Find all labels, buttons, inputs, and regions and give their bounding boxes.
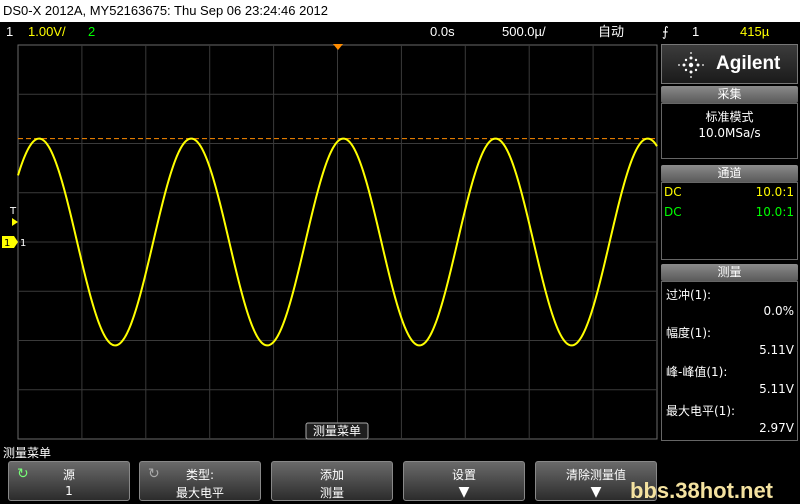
menu-title: 测量菜单 — [3, 446, 52, 460]
acquire-mode: 标准模式 — [705, 110, 754, 124]
softkey-label: 类型: — [185, 468, 215, 482]
measure-panel: 过冲(1): 0.0% 幅度(1): 5.11V 峰-峰值(1): 5.11V … — [661, 281, 798, 441]
measure-value: 2.97V — [759, 421, 794, 435]
scope-display[interactable]: T 1 1 测量菜单 — [0, 42, 660, 442]
acquire-panel: 标准模式 10.0MSa/s — [661, 103, 798, 159]
watermark: bbs.38hot.net — [630, 478, 774, 503]
channels-panel: DC 10.0:1 DC 10.0:1 — [661, 182, 798, 260]
time-scale[interactable]: 500.0µ/ — [502, 22, 546, 42]
measure-menu-tag: 测量菜单 — [313, 424, 361, 438]
brand-name: Agilent — [716, 53, 781, 74]
measure-value: 5.11V — [759, 382, 794, 396]
trigger-marker-label: T — [9, 206, 17, 217]
ch1-label[interactable]: 1 — [6, 22, 13, 42]
measure-header[interactable]: 测量 — [661, 264, 798, 281]
softkey-value: 最大电平 — [175, 486, 224, 500]
ch2-coupling: DC — [664, 205, 682, 219]
softkey-value: 1 — [65, 484, 73, 498]
measure-name: 峰-峰值(1): — [666, 365, 728, 379]
measure-name: 过冲(1): — [666, 288, 712, 302]
trigger-side-marker — [12, 218, 18, 226]
brand-logo: Agilent — [661, 44, 798, 84]
ch2-label[interactable]: 2 — [88, 22, 95, 42]
time-offset[interactable]: 0.0s — [430, 22, 455, 42]
trigger-level[interactable]: 415µ — [740, 22, 769, 42]
softkey-label: 设置 — [451, 468, 476, 482]
softkey-settings[interactable]: 设置 ▼ — [403, 461, 525, 501]
rising-edge-icon: ⨍ — [662, 24, 669, 39]
window-title: DS0-X 2012A, MY52163675: Thu Sep 06 23:2… — [0, 0, 800, 22]
trigger-source[interactable]: 1 — [692, 22, 699, 42]
ch1-probe: 10.0:1 — [755, 185, 794, 199]
acquire-header[interactable]: 采集 — [661, 86, 798, 103]
measure-value: 0.0% — [763, 304, 795, 318]
ch1-center-label: 1 — [20, 238, 26, 249]
channels-header[interactable]: 通道 — [661, 165, 798, 182]
sample-rate: 10.0MSa/s — [698, 126, 761, 140]
trigger-mode[interactable]: 自动 — [598, 22, 624, 42]
status-bar: 1 1.00V/ 2 0.0s 500.0µ/ 自动 ⨍ 1 415µ — [0, 22, 800, 42]
softkey-label: 源 — [62, 468, 75, 482]
agilent-spark-icon — [678, 52, 704, 78]
ch1-coupling: DC — [664, 185, 682, 199]
softkey-label: 添加 — [319, 468, 344, 482]
softkey-value: 测量 — [319, 486, 344, 500]
down-arrow-icon: ▼ — [458, 484, 470, 500]
ch2-probe: 10.0:1 — [755, 205, 794, 219]
measure-name: 最大电平(1): — [666, 404, 736, 418]
softkey-source[interactable]: ↻ 源 1 — [8, 461, 130, 501]
ch1-scale[interactable]: 1.00V/ — [28, 22, 66, 42]
measure-name: 幅度(1): — [666, 326, 712, 340]
measure-value: 5.11V — [759, 343, 794, 357]
softkey-add-measure[interactable]: 添加 测量 — [271, 461, 393, 501]
ch1-ground-marker-label: 1 — [4, 238, 10, 249]
softkey-type[interactable]: ↻ 类型: 最大电平 — [139, 461, 261, 501]
